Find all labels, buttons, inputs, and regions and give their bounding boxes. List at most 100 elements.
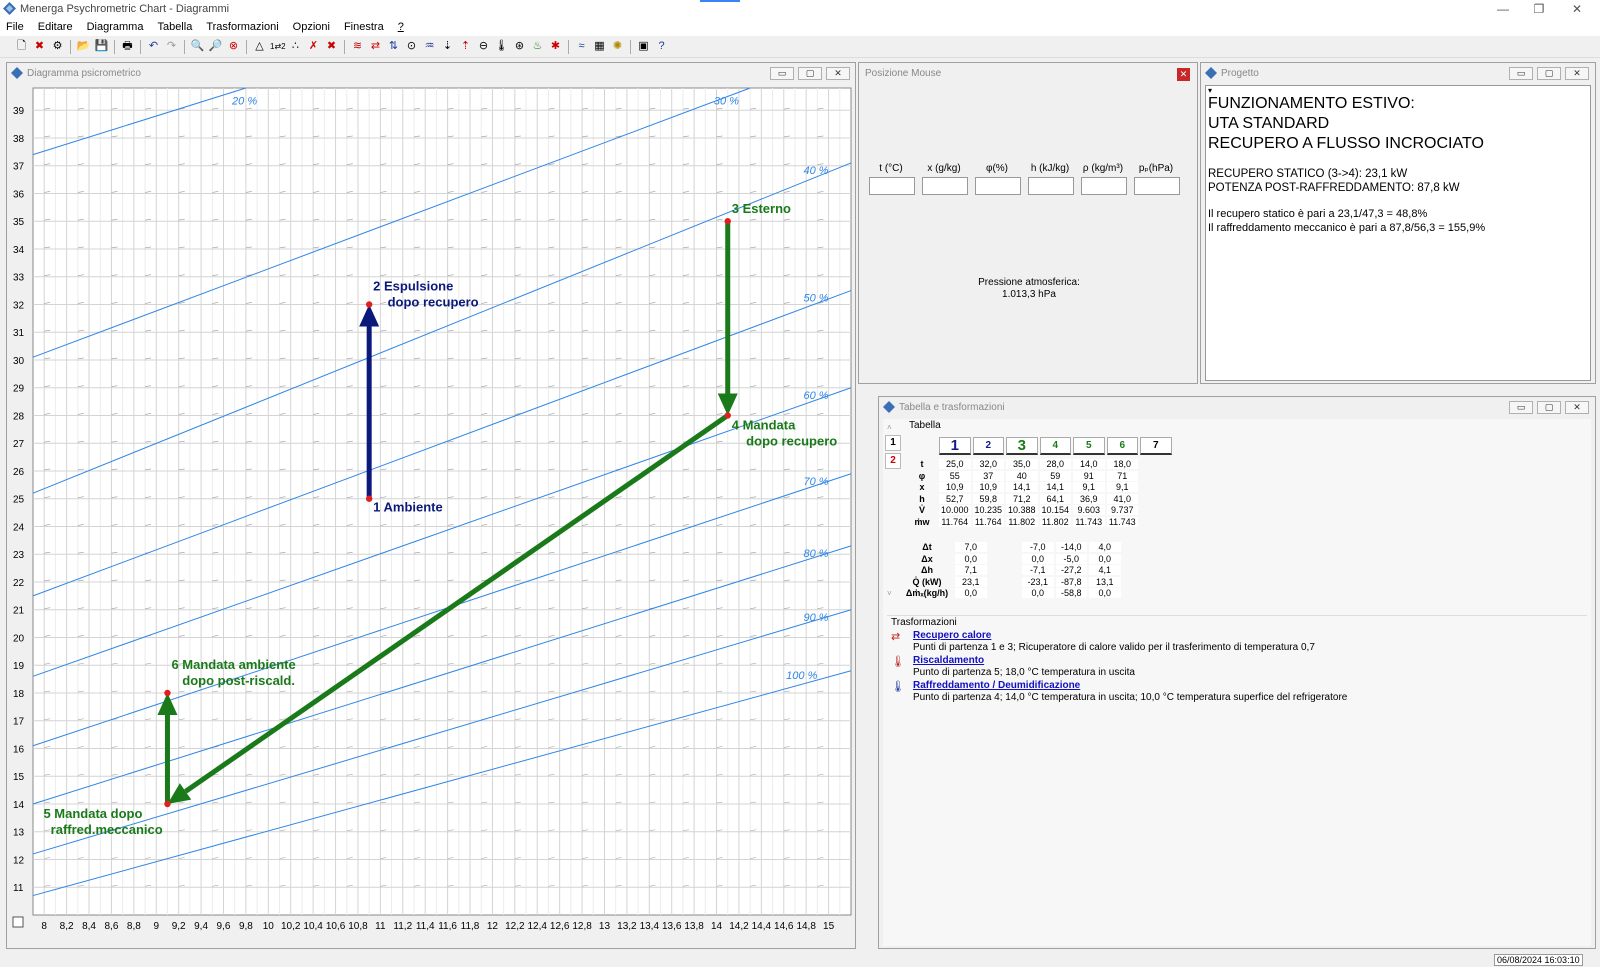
field-pd-input[interactable]	[1134, 177, 1180, 195]
minimize-button[interactable]: —	[1488, 1, 1518, 17]
maximize-button[interactable]: ❐	[1524, 1, 1554, 17]
chart-icon[interactable]: ▦	[592, 39, 607, 54]
menu-trasformazioni[interactable]: Trasformazioni	[200, 18, 286, 33]
pressure-label: Pressione atmosferica:	[978, 277, 1080, 288]
humidify-icon[interactable]: ⇅	[386, 39, 401, 54]
delete-point-icon[interactable]: ✗	[306, 39, 321, 54]
scroll-up-icon[interactable]: ˄	[887, 423, 892, 432]
project-maximize-button[interactable]: ▢	[1537, 67, 1561, 80]
state-point	[164, 689, 171, 697]
side-tab-2[interactable]: 2	[885, 453, 901, 469]
col-header[interactable]: 6	[1106, 437, 1138, 455]
x-tick-label: 11,2	[393, 921, 412, 932]
field-t-input[interactable]	[869, 177, 915, 195]
project-close-button[interactable]: ✕	[1565, 67, 1589, 80]
menu-opzioni[interactable]: Opzioni	[287, 18, 338, 33]
transformation-item[interactable]: 🌡 Raffreddamento / Deumidificazione Punto …	[891, 680, 1581, 705]
delete-doc-icon[interactable]: ✖	[32, 39, 47, 54]
points-1-2-icon[interactable]: 1⇄2	[270, 39, 286, 54]
table-cell: 64,1	[1039, 493, 1071, 504]
col-header[interactable]: 4	[1039, 437, 1071, 455]
transformation-item[interactable]: ⇄ Recupero calore Punti di partenza 1 e 3;…	[891, 630, 1581, 655]
info-line-4: Il raffreddamento meccanico è pari a 87,…	[1208, 221, 1486, 234]
app-logo-icon	[3, 2, 16, 15]
dehumid-icon[interactable]: ⇣	[440, 39, 455, 54]
project-minimize-button[interactable]: ▭	[1509, 67, 1533, 80]
col-header[interactable]: 1	[939, 437, 971, 455]
col-header[interactable]: 7	[1140, 437, 1172, 455]
new-icon[interactable]: 🗋	[14, 39, 29, 54]
print-icon[interactable]: 🖶	[120, 39, 135, 54]
psychrometric-chart[interactable]: 20 % 30 % 40 % 50 % 60 % 70 % 80 % 90 % 100 % 11 1…	[7, 85, 855, 947]
wheel-icon[interactable]: ⊛	[512, 39, 527, 54]
menu-diagramma[interactable]: Diagramma	[81, 18, 152, 33]
transformation-title[interactable]: Riscaldamento	[913, 655, 984, 666]
diagram-close-button[interactable]: ✕	[826, 67, 850, 80]
project-window-title: Progetto	[1221, 68, 1259, 79]
undo-icon[interactable]: ↶	[146, 39, 161, 54]
menu-finestra[interactable]: Finestra	[338, 18, 392, 33]
cycle-icon[interactable]: ⊙	[404, 39, 419, 54]
mouse-window-close-button[interactable]: ✕	[1177, 68, 1190, 81]
zoom-in-icon[interactable]: 🔎	[208, 39, 223, 54]
heat-recovery-icon[interactable]: ⇄	[368, 39, 383, 54]
mix-icon[interactable]: ≋	[350, 39, 365, 54]
tabella-label: Tabella	[909, 420, 941, 431]
table-minimize-button[interactable]: ▭	[1509, 401, 1533, 414]
col-header[interactable]: 2	[972, 437, 1004, 455]
settings-icon[interactable]: ✺	[610, 39, 625, 54]
open-icon[interactable]: 📂	[76, 39, 91, 54]
table-close-button[interactable]: ✕	[1565, 401, 1589, 414]
diagram-minimize-button[interactable]: ▭	[770, 67, 794, 80]
delta-icon[interactable]: △	[252, 39, 267, 54]
close-button[interactable]: ✕	[1562, 1, 1592, 17]
chart-checkbox	[12, 916, 24, 928]
delta-label: Δx	[921, 553, 933, 564]
scroll-down-icon[interactable]: ˅	[887, 589, 892, 598]
heating-icon: 🌡	[891, 656, 905, 668]
table-maximize-button[interactable]: ▢	[1537, 401, 1561, 414]
window-icon[interactable]: ▣	[636, 39, 651, 54]
drops-icon[interactable]: ♒	[422, 39, 437, 54]
points-3-icon[interactable]: ∴	[288, 39, 303, 54]
save-icon[interactable]: 💾	[94, 39, 109, 54]
help-icon[interactable]: ?	[654, 39, 669, 54]
pool-icon[interactable]: ≈	[574, 39, 589, 54]
table-cell: 71,2	[1006, 493, 1038, 504]
x-tick-label: 8,8	[127, 921, 141, 932]
menu-editare[interactable]: Editare	[32, 18, 81, 33]
state-point-label: dopo recupero	[373, 294, 479, 309]
field-rho-input[interactable]	[1081, 177, 1127, 195]
menu-help[interactable]: ?	[392, 18, 412, 33]
redo-icon[interactable]: ↷	[164, 39, 179, 54]
field-label-rho: ρ (kg/m³)	[1082, 163, 1124, 174]
fan-icon[interactable]: ✱	[548, 39, 563, 54]
table-cell: 40	[1006, 470, 1038, 481]
side-tab-1[interactable]: 1	[885, 435, 901, 451]
menu-tabella[interactable]: Tabella	[151, 18, 200, 33]
thermometer-icon[interactable]: 🌡	[494, 39, 509, 54]
col-header[interactable]: 3	[1006, 437, 1038, 455]
transformation-title[interactable]: Raffreddamento / Deumidificazione	[913, 680, 1080, 691]
zoom-reset-icon[interactable]: ⊗	[226, 39, 241, 54]
y-tick-label: 17	[13, 717, 25, 728]
field-x-input[interactable]	[922, 177, 968, 195]
steam-icon[interactable]: ♨	[530, 39, 545, 54]
delta-cell: 7,1	[955, 565, 987, 575]
cooling-icon[interactable]: ⊖	[476, 39, 491, 54]
zoom-icon[interactable]: 🔍	[190, 39, 205, 54]
delete-all-icon[interactable]: ✖	[324, 39, 339, 54]
diagram-maximize-button[interactable]: ▢	[798, 67, 822, 80]
x-tick-label: 8	[41, 921, 47, 932]
properties-icon[interactable]: ⚙	[50, 39, 65, 54]
transformation-item[interactable]: 🌡 Riscaldamento Punto di partenza 5; 18,0 …	[891, 655, 1581, 680]
x-tick-label: 13,4	[640, 921, 660, 932]
x-tick-label: 8,4	[82, 921, 96, 932]
col-header[interactable]: 5	[1073, 437, 1105, 455]
transformation-title[interactable]: Recupero calore	[913, 630, 991, 641]
project-notes[interactable]: ▾ FUNZIONAMENTO ESTIVO: UTA STANDARD REC…	[1205, 85, 1591, 381]
heating-icon[interactable]: ⇡	[458, 39, 473, 54]
menu-file[interactable]: File	[0, 18, 32, 33]
field-phi-input[interactable]	[975, 177, 1021, 195]
field-h-input[interactable]	[1028, 177, 1074, 195]
